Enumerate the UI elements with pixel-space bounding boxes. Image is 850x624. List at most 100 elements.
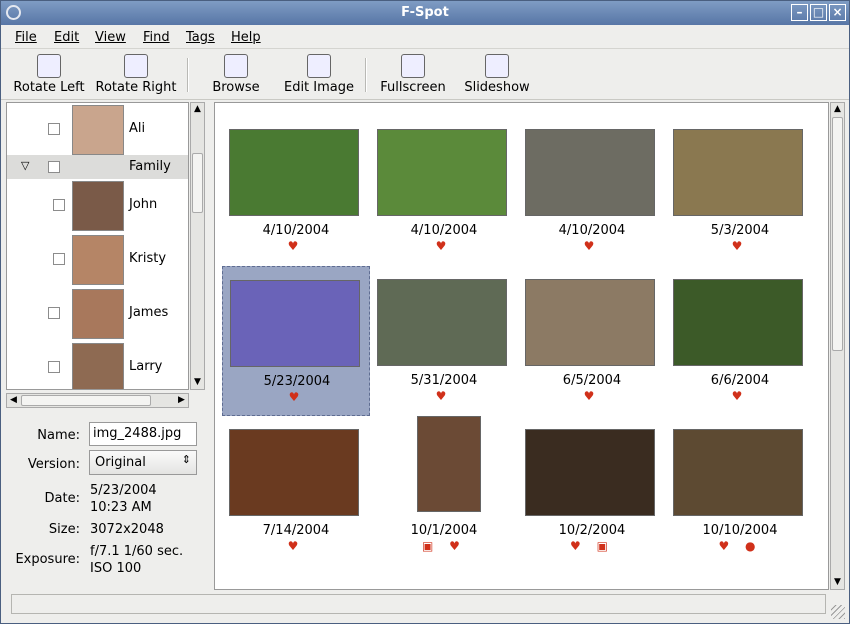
version-label: Version:: [27, 457, 80, 472]
scrollbar-thumb[interactable]: [832, 117, 843, 351]
version-value: Original: [95, 455, 146, 470]
rotate-left-button[interactable]: Rotate Left: [11, 50, 87, 100]
tag-row-ali[interactable]: Ali: [7, 103, 188, 157]
iso-value: ISO 100: [90, 561, 142, 576]
photo-thumbnail[interactable]: [229, 429, 359, 516]
browse-button[interactable]: Browse: [207, 50, 265, 100]
spin-arrows-icon: ⇕: [181, 453, 191, 466]
photo-cell[interactable]: 10/1/2004 ▣ ♥: [370, 416, 518, 566]
tag-row-person[interactable]: James: [7, 287, 188, 341]
photo-thumbnail[interactable]: [673, 279, 803, 366]
scroll-right-icon[interactable]: ▶: [175, 394, 188, 407]
edit-image-button[interactable]: Edit Image: [280, 50, 358, 100]
photo-cell[interactable]: 6/5/2004 ♥: [518, 266, 666, 416]
photo-thumbnail[interactable]: [229, 129, 359, 216]
photo-thumbnail[interactable]: [230, 280, 360, 367]
photo-grid[interactable]: 4/10/2004 ♥ 4/10/2004 ♥ 4/10/2004 ♥ 5/3/2004 ♥ 5…: [214, 102, 829, 590]
photo-cell[interactable]: 4/10/2004 ♥: [370, 116, 518, 266]
scroll-up-icon[interactable]: ▲: [191, 103, 204, 116]
photo-cell[interactable]: 10/2/2004 ♥ ▣: [518, 416, 666, 566]
photo-thumbnail[interactable]: [417, 416, 481, 512]
photo-cell[interactable]: 4/10/2004 ♥: [222, 116, 370, 266]
window-menu-icon[interactable]: [6, 5, 21, 20]
tag-checkbox[interactable]: [48, 123, 60, 135]
expander-triangle-icon[interactable]: ▽: [21, 159, 29, 172]
tag-checkbox[interactable]: [48, 361, 60, 373]
edit-image-icon: [307, 54, 331, 78]
menu-edit[interactable]: Edit: [54, 29, 79, 47]
photo-date: 4/10/2004: [410, 223, 478, 238]
photo-cell[interactable]: 5/31/2004 ♥: [370, 266, 518, 416]
photo-thumbnail[interactable]: [525, 129, 655, 216]
photo-thumbnail[interactable]: [377, 129, 507, 216]
tag-photo: [72, 105, 124, 155]
rotate-right-button[interactable]: Rotate Right: [94, 50, 178, 100]
time-value: 10:23 AM: [90, 500, 152, 515]
photo-cell[interactable]: 5/3/2004 ♥: [666, 116, 814, 266]
menu-tags[interactable]: Tags: [186, 29, 215, 47]
tag-row-family[interactable]: ▽ Family: [7, 155, 188, 179]
fullscreen-button[interactable]: Fullscreen: [378, 50, 448, 100]
scrollbar-thumb[interactable]: [192, 153, 203, 213]
maximize-icon[interactable]: □: [810, 4, 827, 21]
photo-cell[interactable]: 5/23/2004 ♥: [222, 266, 370, 416]
photo-cell[interactable]: 10/10/2004 ♥ ●: [666, 416, 814, 566]
photo-tag-icons: ♥: [287, 539, 305, 553]
date-label: Date:: [44, 491, 80, 506]
photo-tag-icons: ♥: [435, 389, 453, 403]
rotate-right-icon: [124, 54, 148, 78]
tag-photo: [72, 181, 124, 231]
menu-find[interactable]: Find: [143, 29, 170, 47]
minimize-icon[interactable]: –: [791, 4, 808, 21]
scroll-down-icon[interactable]: ▼: [191, 376, 204, 389]
tag-checkbox[interactable]: [53, 199, 65, 211]
version-select[interactable]: Original ⇕: [89, 450, 197, 475]
photo-tag-icons: ♥ ●: [718, 539, 762, 553]
tag-photo: [72, 343, 124, 389]
toolbar-separator: [187, 58, 189, 92]
menu-view[interactable]: View: [95, 29, 126, 47]
tag-row-person[interactable]: John: [7, 179, 188, 233]
status-bar: [11, 594, 826, 614]
title-bar[interactable]: F-Spot – □ ×: [1, 1, 849, 25]
photo-tag-icons: ▣ ♥: [422, 539, 466, 553]
grid-vertical-scrollbar[interactable]: ▲ ▼: [830, 102, 845, 590]
slideshow-button[interactable]: Slideshow: [461, 50, 533, 100]
photo-date: 4/10/2004: [558, 223, 626, 238]
scrollbar-thumb[interactable]: [21, 395, 151, 406]
photo-date: 10/10/2004: [702, 523, 778, 538]
close-icon[interactable]: ×: [829, 4, 846, 21]
photo-cell[interactable]: 6/6/2004 ♥: [666, 266, 814, 416]
menu-file[interactable]: File: [15, 29, 37, 47]
tag-checkbox[interactable]: [48, 161, 60, 173]
photo-thumbnail[interactable]: [525, 279, 655, 366]
scroll-left-icon[interactable]: ◀: [7, 394, 20, 407]
exposure-value: f/7.1 1/60 sec.: [90, 544, 184, 559]
tag-checkbox[interactable]: [48, 307, 60, 319]
photo-tag-icons: ♥: [731, 389, 749, 403]
photo-tag-icons: ♥: [287, 239, 305, 253]
photo-tag-icons: ♥: [731, 239, 749, 253]
resize-grip-icon[interactable]: [831, 605, 845, 619]
size-label: Size:: [48, 522, 80, 537]
photo-thumbnail[interactable]: [673, 429, 803, 516]
photo-date: 5/3/2004: [710, 223, 770, 238]
slideshow-icon: [485, 54, 509, 78]
photo-date: 5/23/2004: [263, 374, 331, 389]
f-spot-window: F-Spot – □ × File Edit View Find Tags He…: [0, 0, 850, 624]
tag-checkbox[interactable]: [53, 253, 65, 265]
name-field[interactable]: img_2488.jpg: [89, 422, 197, 446]
fullscreen-icon: [401, 54, 425, 78]
scroll-down-icon[interactable]: ▼: [831, 576, 844, 589]
photo-cell[interactable]: 7/14/2004 ♥: [222, 416, 370, 566]
menu-help[interactable]: Help: [231, 29, 261, 47]
photo-cell[interactable]: 4/10/2004 ♥: [518, 116, 666, 266]
photo-thumbnail[interactable]: [525, 429, 655, 516]
scroll-up-icon[interactable]: ▲: [831, 103, 844, 116]
photo-thumbnail[interactable]: [673, 129, 803, 216]
photo-thumbnail[interactable]: [377, 279, 507, 366]
tag-row-person[interactable]: Larry: [7, 341, 188, 389]
tags-vertical-scrollbar[interactable]: ▲ ▼: [190, 102, 205, 390]
tag-row-person[interactable]: Kristy: [7, 233, 188, 287]
tags-horizontal-scrollbar[interactable]: ◀ ▶: [6, 393, 189, 408]
